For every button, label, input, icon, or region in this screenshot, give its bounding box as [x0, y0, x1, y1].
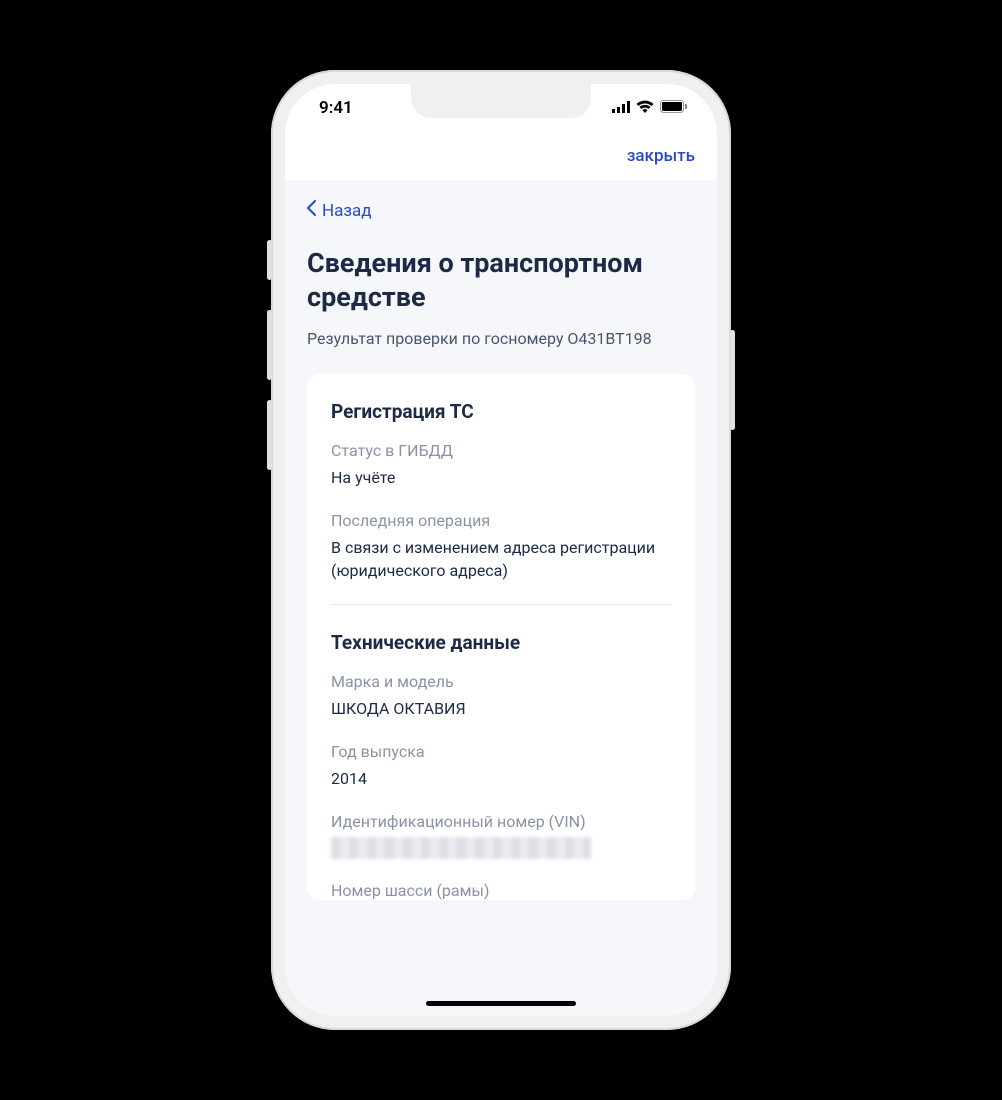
- field-vin-label: Идентификационный номер (VIN): [331, 812, 671, 831]
- status-time: 9:41: [319, 98, 353, 118]
- field-chassis-label: Номер шасси (рамы): [331, 881, 671, 900]
- section-divider: [331, 604, 671, 605]
- nav-bar: закрыть: [285, 132, 717, 180]
- section-registration-title: Регистрация ТС: [331, 400, 671, 423]
- info-card: Регистрация ТС Статус в ГИБДД На учёте П…: [307, 374, 695, 901]
- field-make-label: Марка и модель: [331, 672, 671, 691]
- wifi-icon: [636, 98, 654, 118]
- page-title: Сведения о транспортном средстве: [307, 247, 695, 315]
- field-status-value: На учёте: [331, 466, 671, 489]
- back-label: Назад: [322, 201, 372, 221]
- status-icons: [612, 98, 687, 118]
- back-button[interactable]: Назад: [307, 200, 695, 221]
- field-status-label: Статус в ГИБДД: [331, 441, 671, 460]
- phone-frame: 9:41 закрыть Назад: [271, 70, 731, 1030]
- section-technical-title: Технические данные: [331, 631, 671, 654]
- volume-up-button: [267, 310, 272, 380]
- chevron-left-icon: [307, 200, 316, 221]
- field-lastop-value: В связи с изменением адреса регистрации …: [331, 536, 671, 582]
- field-lastop-label: Последняя операция: [331, 511, 671, 530]
- close-button[interactable]: закрыть: [627, 146, 695, 166]
- field-vin-value-redacted: [331, 837, 591, 859]
- power-button: [730, 330, 735, 430]
- field-make-value: ШКОДА ОКТАВИЯ: [331, 697, 671, 720]
- field-year-label: Год выпуска: [331, 742, 671, 761]
- home-indicator[interactable]: [426, 1001, 576, 1006]
- field-year-value: 2014: [331, 767, 671, 790]
- mute-switch: [267, 240, 272, 280]
- page-subtitle: Результат проверки по госномеру О431ВТ19…: [307, 329, 695, 348]
- volume-down-button: [267, 400, 272, 470]
- cellular-icon: [612, 98, 630, 118]
- content-area: Назад Сведения о транспортном средстве Р…: [285, 180, 717, 900]
- notch: [411, 84, 591, 118]
- screen: 9:41 закрыть Назад: [285, 84, 717, 1016]
- battery-icon: [660, 98, 687, 118]
